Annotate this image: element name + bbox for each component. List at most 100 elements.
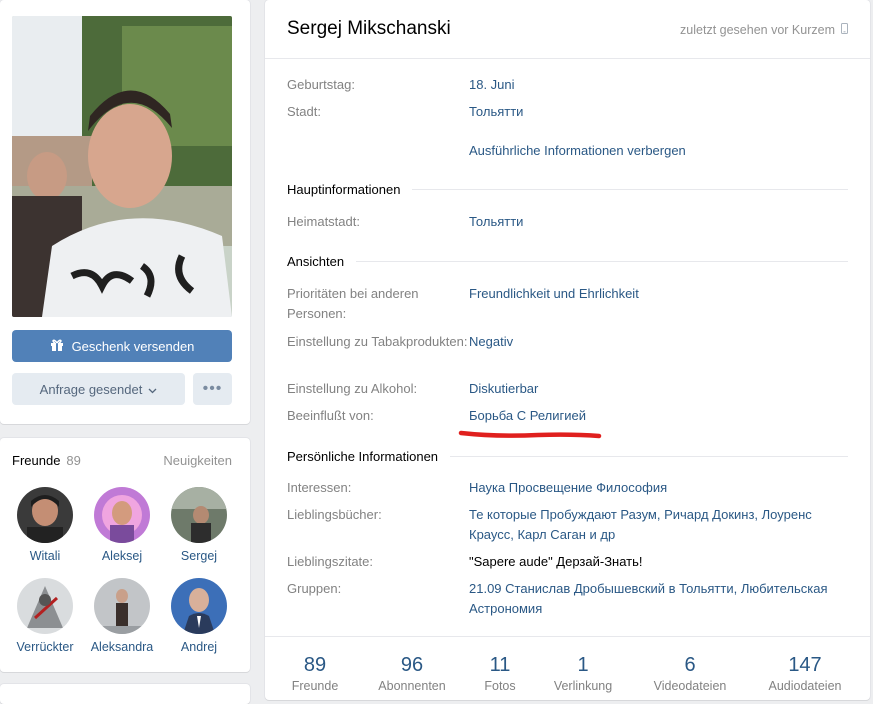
profile-info-card: Sergej Mikschanski zuletzt gesehen vor K…: [265, 0, 870, 700]
priorities-label: Prioritäten bei anderen Personen:: [287, 286, 419, 321]
send-gift-button[interactable]: Geschenk versenden: [12, 330, 232, 362]
more-dots-icon: •••: [202, 380, 223, 397]
profile-photo-card: Geschenk versenden Anfrage gesendet •••: [0, 0, 250, 424]
groups-row: Gruppen: 21.09 Станислав Дробышевский в …: [287, 579, 849, 619]
section-title: Hauptinformationen: [287, 182, 401, 197]
counter-audio[interactable]: 147 Audiodateien: [760, 654, 850, 693]
hide-details-link[interactable]: Ausführliche Informationen verbergen: [469, 141, 849, 161]
toggle-details-row: Ausführliche Informationen verbergen: [287, 141, 849, 161]
influenced-label: Beeinflußt von:: [287, 408, 374, 423]
avatar: [94, 578, 150, 634]
friend-name: Aleksandra: [90, 640, 154, 654]
friend-item[interactable]: Aleksandra: [84, 578, 160, 654]
counter-followers[interactable]: 96 Abonnenten: [367, 654, 457, 693]
friends-header: Freunde 89 Neuigkeiten: [12, 453, 232, 468]
counter-label: Videodateien: [653, 679, 727, 693]
counter-number: 147: [788, 654, 822, 676]
alcohol-row: Einstellung zu Alkohol: Diskutierbar: [287, 379, 849, 399]
influenced-value[interactable]: Борьба С Религией: [469, 406, 849, 426]
friend-item[interactable]: Witali: [7, 487, 83, 563]
gift-icon: [50, 338, 64, 355]
priorities-value[interactable]: Freundlichkeit und Ehrlichkeit: [469, 284, 849, 324]
influenced-row: Beeinflußt von: Борьба С Религией: [287, 406, 849, 426]
quotes-row: Lieblingszitate: "Sapere aude" Дерзай-Зн…: [287, 552, 849, 572]
city-value[interactable]: Тольятти: [469, 102, 849, 122]
groups-label: Gruppen:: [287, 581, 342, 596]
header-divider: [265, 58, 870, 59]
counter-number: 6: [684, 654, 696, 676]
hometown-row: Heimatstadt: Тольятти: [287, 212, 849, 232]
friend-name: Andrej: [180, 640, 218, 654]
alcohol-label: Einstellung zu Alkohol:: [287, 381, 418, 396]
more-actions-button[interactable]: •••: [193, 373, 232, 405]
counter-videos[interactable]: 6 Videodateien: [645, 654, 735, 693]
red-underline-annotation: [458, 430, 602, 439]
counter-number: 1: [577, 654, 589, 676]
city-label: Stadt:: [287, 104, 321, 119]
friend-item[interactable]: Sergej: [161, 487, 237, 563]
last-seen-text: zuletzt gesehen vor Kurzem: [680, 23, 835, 37]
books-label: Lieblingsbücher:: [287, 507, 382, 522]
friend-item[interactable]: Aleksej: [84, 487, 160, 563]
request-label: Anfrage gesendet: [39, 381, 143, 397]
friend-item[interactable]: Andrej: [161, 578, 237, 654]
interests-row: Interessen: Наука Просвещение Философия: [287, 478, 849, 498]
counter-tags[interactable]: 1 Verlinkung: [538, 654, 628, 693]
avatar: [171, 487, 227, 543]
hometown-label: Heimatstadt:: [287, 214, 360, 229]
counter-photos[interactable]: 11 Fotos: [455, 654, 545, 693]
quotes-label: Lieblingszitate:: [287, 554, 373, 569]
section-views: Ansichten: [287, 254, 848, 269]
profile-name: Sergej Mikschanski: [287, 18, 451, 39]
avatar: [171, 578, 227, 634]
groups-value[interactable]: 21.09 Станислав Дробышевский в Тольятти,…: [469, 579, 849, 619]
send-gift-label: Geschenk versenden: [71, 338, 195, 354]
section-main-info: Hauptinformationen: [287, 182, 848, 197]
smoking-row: Einstellung zu Tabakprodukten: Negativ: [287, 332, 849, 352]
friend-name: Aleksej: [101, 549, 143, 563]
friend-item[interactable]: Verrückter: [7, 578, 83, 654]
last-seen-status: zuletzt gesehen vor Kurzem: [680, 23, 848, 37]
friend-name: Sergej: [180, 549, 218, 563]
city-row: Stadt: Тольятти: [287, 102, 849, 122]
interests-label: Interessen:: [287, 480, 352, 495]
birthday-value[interactable]: 18. Juni: [469, 75, 849, 95]
counter-label: Abonnenten: [378, 679, 446, 693]
alcohol-value[interactable]: Diskutierbar: [469, 379, 849, 399]
avatar: [17, 578, 73, 634]
interests-value[interactable]: Наука Просвещение Философия: [469, 478, 849, 498]
avatar: [17, 487, 73, 543]
quotes-value: "Sapere aude" Дерзай-Знать!: [469, 554, 643, 569]
counter-label: Verlinkung: [553, 679, 613, 693]
hometown-value[interactable]: Тольятти: [469, 212, 849, 232]
counter-number: 11: [489, 654, 511, 676]
counter-label: Freunde: [291, 679, 339, 693]
section-personal-info: Persönliche Informationen: [287, 449, 848, 464]
avatar: [94, 487, 150, 543]
friends-count: 89: [66, 453, 81, 468]
counters-divider: [265, 636, 870, 637]
section-title: Persönliche Informationen: [287, 449, 439, 464]
smoking-value[interactable]: Negativ: [469, 332, 849, 352]
counter-number: 89: [303, 654, 327, 676]
friend-request-sent-button[interactable]: Anfrage gesendet: [12, 373, 185, 405]
smoking-label: Einstellung zu Tabakprodukten:: [287, 334, 468, 349]
mobile-phone-icon: [841, 23, 848, 37]
profile-photo[interactable]: [12, 16, 232, 317]
friend-name: Verrückter: [16, 640, 74, 654]
birthday-row: Geburtstag: 18. Juni: [287, 75, 849, 95]
counter-friends[interactable]: 89 Freunde: [270, 654, 360, 693]
friend-name: Witali: [29, 549, 61, 563]
section-title: Ansichten: [287, 254, 345, 269]
next-card-edge: [0, 684, 250, 704]
friends-news-link[interactable]: Neuigkeiten: [163, 453, 232, 468]
books-value[interactable]: Те которые Пробуждают Разум, Ричард Доки…: [469, 505, 849, 545]
books-row: Lieblingsbücher: Те которые Пробуждают Р…: [287, 505, 849, 545]
friends-title[interactable]: Freunde: [12, 453, 60, 468]
counter-number: 96: [400, 654, 424, 676]
counter-label: Audiodateien: [768, 679, 842, 693]
counter-label: Fotos: [484, 679, 516, 693]
birthday-label: Geburtstag:: [287, 77, 355, 92]
chevron-down-icon: [148, 382, 157, 397]
friends-card: Freunde 89 Neuigkeiten Witali Aleksej Ser…: [0, 438, 250, 672]
